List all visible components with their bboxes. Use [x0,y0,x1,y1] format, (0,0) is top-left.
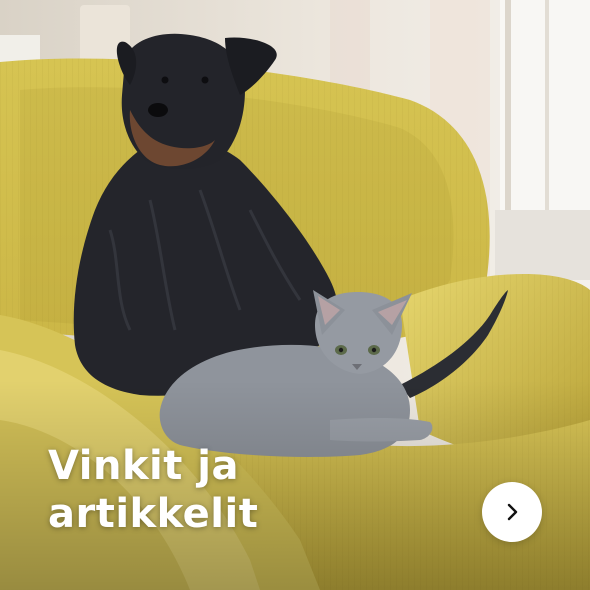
card-title-line-1: Vinkit ja [48,443,240,489]
chevron-right-icon [507,503,518,521]
tips-and-articles-card[interactable]: Vinkit ja artikkelit [0,0,590,590]
next-arrow-button[interactable] [482,482,542,542]
card-title-line-2: artikkelit [48,491,259,537]
card-title: Vinkit ja artikkelit [48,442,258,538]
